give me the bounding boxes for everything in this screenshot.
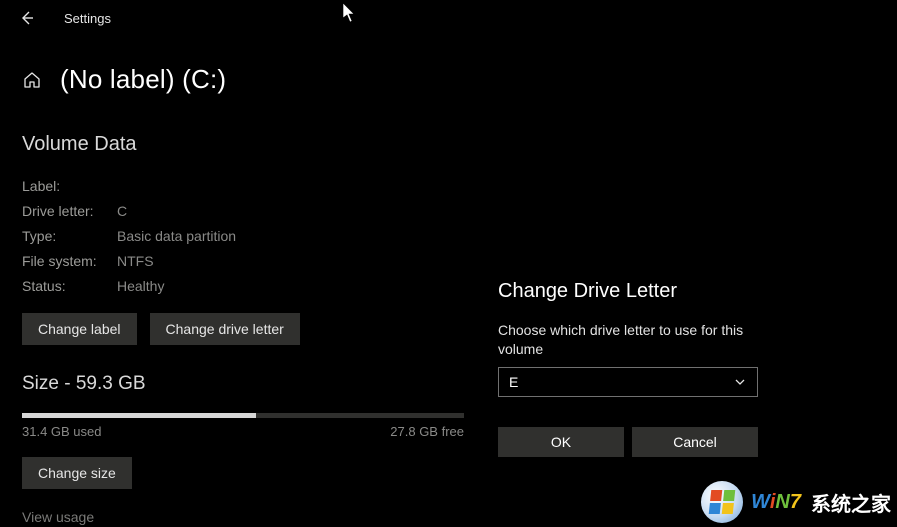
title-row: (No label) (C:) <box>22 64 875 95</box>
free-label: 27.8 GB free <box>390 424 464 439</box>
change-drive-letter-button[interactable]: Change drive letter <box>150 313 300 345</box>
view-usage-link[interactable]: View usage <box>22 509 94 525</box>
watermark-brand: WiN7 <box>751 491 801 514</box>
change-size-button[interactable]: Change size <box>22 457 132 489</box>
kv-label: Label: <box>22 174 875 199</box>
back-icon[interactable] <box>18 9 36 27</box>
usage-labels: 31.4 GB used 27.8 GB free <box>22 424 464 439</box>
dialog-text: Choose which drive letter to use for thi… <box>478 321 778 359</box>
kv-val: Basic data partition <box>117 224 236 249</box>
watermark-rest: 系统之家 <box>811 488 891 517</box>
kv-key: Type: <box>22 224 117 249</box>
volume-data-heading: Volume Data <box>22 133 875 156</box>
kv-type: Type: Basic data partition <box>22 224 875 249</box>
cancel-button[interactable]: Cancel <box>632 427 758 457</box>
watermark-logo-icon <box>701 481 743 523</box>
topbar: Settings <box>0 0 897 36</box>
used-label: 31.4 GB used <box>22 424 102 439</box>
kv-key: Status: <box>22 274 117 299</box>
select-value: E <box>509 374 518 390</box>
topbar-title: Settings <box>64 11 111 26</box>
page-title: (No label) (C:) <box>60 64 226 95</box>
kv-file-system: File system: NTFS <box>22 249 875 274</box>
chevron-down-icon <box>733 375 747 389</box>
change-label-button[interactable]: Change label <box>22 313 137 345</box>
kv-key: Drive letter: <box>22 199 117 224</box>
kv-val: NTFS <box>117 249 154 274</box>
kv-key: Label: <box>22 174 117 199</box>
dialog-buttons: OK Cancel <box>478 427 778 457</box>
usage-bar-fill <box>22 413 256 418</box>
kv-val: Healthy <box>117 274 164 299</box>
ok-button[interactable]: OK <box>498 427 624 457</box>
dialog-title: Change Drive Letter <box>478 280 778 303</box>
kv-key: File system: <box>22 249 117 274</box>
usage-bar <box>22 413 464 418</box>
home-icon[interactable] <box>22 70 42 90</box>
watermark: WiN7 系统之家 <box>701 481 891 523</box>
kv-drive-letter: Drive letter: C <box>22 199 875 224</box>
change-drive-letter-dialog: Change Drive Letter Choose which drive l… <box>478 280 778 457</box>
drive-letter-select[interactable]: E <box>498 367 758 397</box>
kv-val: C <box>117 199 127 224</box>
